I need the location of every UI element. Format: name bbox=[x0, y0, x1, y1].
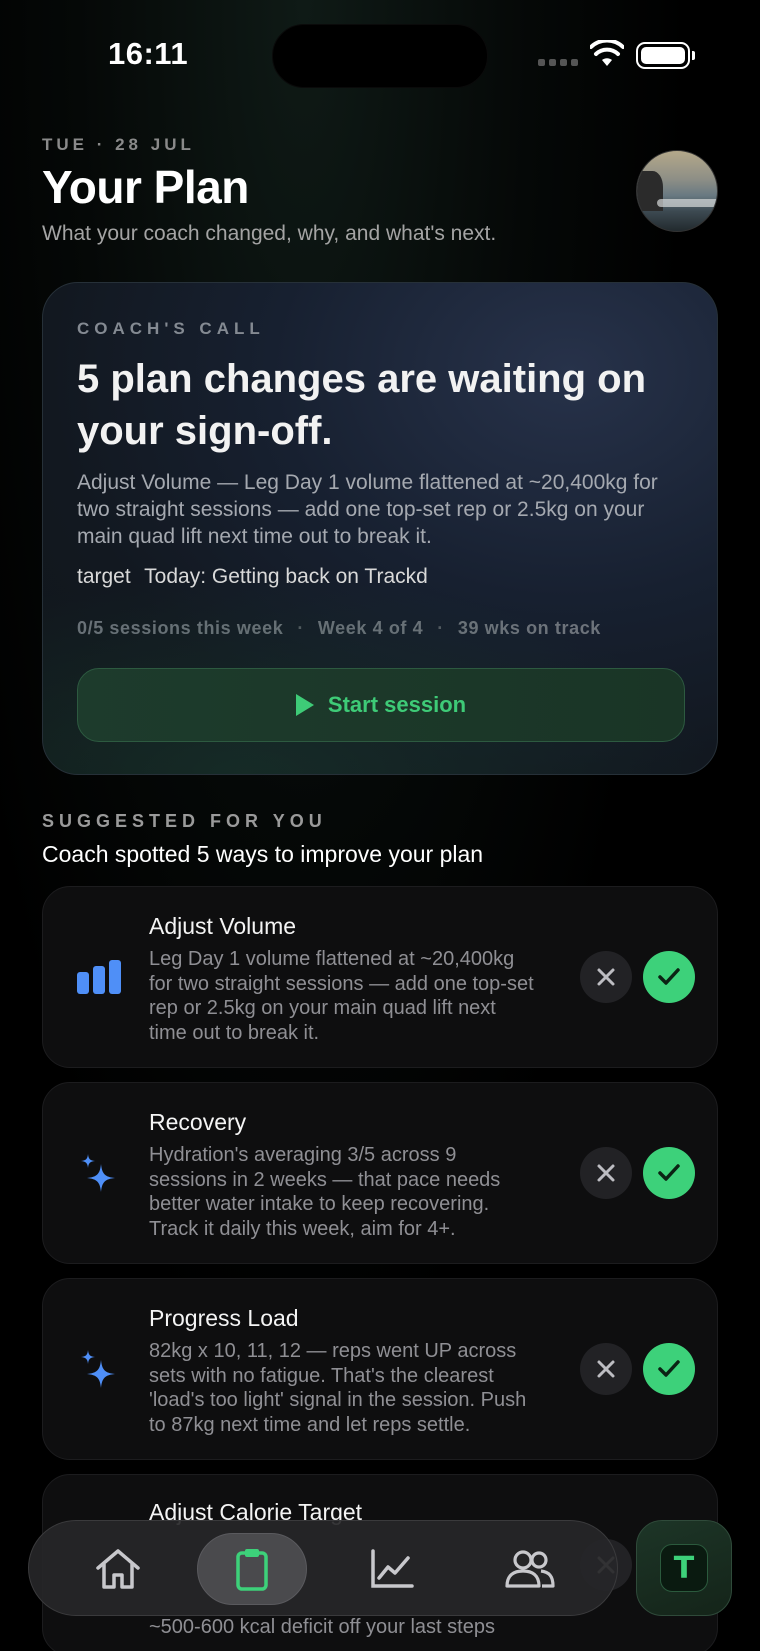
dismiss-button[interactable] bbox=[580, 1147, 632, 1199]
start-session-button[interactable]: Start session bbox=[77, 668, 685, 742]
play-icon bbox=[295, 694, 314, 716]
coach-target-text: Today: Getting back on Trackd bbox=[144, 565, 428, 588]
sparkles-icon bbox=[75, 1151, 123, 1195]
close-icon bbox=[597, 1360, 615, 1378]
meta-separator: · bbox=[437, 618, 444, 638]
sparkles-icon bbox=[75, 1347, 123, 1391]
tab-community[interactable] bbox=[475, 1533, 585, 1605]
checkmark-icon bbox=[658, 1360, 680, 1377]
dismiss-button[interactable] bbox=[580, 1343, 632, 1395]
coach-meta: 0/5 sessions this week · Week 4 of 4 · 3… bbox=[77, 618, 601, 639]
chart-line-icon bbox=[371, 1549, 414, 1588]
coach-headline: 5 plan changes are waiting on your sign-… bbox=[77, 357, 647, 453]
checkmark-icon bbox=[658, 968, 680, 985]
page-title: Your Plan bbox=[42, 161, 249, 213]
tab-home[interactable] bbox=[63, 1533, 173, 1605]
week-progress: Week 4 of 4 bbox=[317, 618, 424, 638]
checkmark-icon bbox=[658, 1164, 680, 1181]
suggestion-body: ~500-600 kcal deficit off your last step… bbox=[149, 1616, 495, 1638]
suggestion-body: 82kg x 10, 11, 12 — reps went UP across … bbox=[149, 1340, 527, 1436]
coach-call-card[interactable]: COACH'S CALL 5 plan changes are waiting … bbox=[42, 282, 718, 775]
dynamic-island bbox=[272, 24, 488, 88]
suggestion-title: Adjust Volume bbox=[149, 913, 297, 939]
trackd-logo-button[interactable]: T bbox=[636, 1520, 732, 1616]
suggestion-card[interactable]: Progress Load 82kg x 10, 11, 12 — reps w… bbox=[42, 1278, 718, 1460]
status-time: 16:11 bbox=[108, 36, 189, 71]
coach-body: Adjust Volume — Leg Day 1 volume flatten… bbox=[77, 471, 658, 548]
tab-plan[interactable] bbox=[197, 1533, 307, 1605]
coach-target: target Today: Getting back on Trackd bbox=[77, 565, 428, 589]
suggested-eyebrow: SUGGESTED FOR YOU bbox=[42, 811, 327, 831]
suggested-title: Coach spotted 5 ways to improve your pla… bbox=[42, 841, 484, 867]
cellular-signal-icon bbox=[538, 59, 578, 66]
close-icon bbox=[597, 1164, 615, 1182]
start-session-label: Start session bbox=[327, 692, 467, 717]
target-icon: target bbox=[77, 565, 131, 588]
suggestion-card[interactable]: Adjust Volume Leg Day 1 volume flattened… bbox=[42, 886, 718, 1068]
suggestion-title: Recovery bbox=[149, 1109, 247, 1135]
battery-icon bbox=[636, 42, 695, 69]
tab-bar bbox=[28, 1520, 618, 1616]
sessions-this-week: 0/5 sessions this week bbox=[77, 618, 284, 638]
suggestion-card[interactable]: Recovery Hydration's averaging 3/5 acros… bbox=[42, 1082, 718, 1264]
wifi-icon bbox=[590, 40, 624, 66]
close-icon bbox=[597, 968, 615, 986]
tab-progress[interactable] bbox=[337, 1533, 447, 1605]
coach-eyebrow: COACH'S CALL bbox=[77, 319, 265, 338]
accept-button[interactable] bbox=[643, 951, 695, 1003]
home-icon bbox=[96, 1549, 140, 1589]
accept-button[interactable] bbox=[643, 1343, 695, 1395]
status-bar: 16:11 bbox=[0, 0, 760, 110]
avatar[interactable] bbox=[636, 150, 718, 232]
clipboard-icon bbox=[236, 1549, 268, 1591]
weeks-on-track: 39 wks on track bbox=[457, 618, 601, 638]
page-subtitle: What your coach changed, why, and what's… bbox=[42, 222, 497, 245]
meta-separator: · bbox=[297, 618, 304, 638]
people-icon bbox=[505, 1550, 555, 1588]
date-label: TUE · 28 JUL bbox=[42, 135, 195, 154]
accept-button[interactable] bbox=[643, 1147, 695, 1199]
bar-chart-icon bbox=[75, 955, 123, 999]
suggestion-body: Hydration's averaging 3/5 across 9 sessi… bbox=[149, 1144, 501, 1240]
suggestion-body: Leg Day 1 volume flattened at ~20,400kg … bbox=[149, 948, 534, 1044]
dismiss-button[interactable] bbox=[580, 951, 632, 1003]
suggestion-title: Progress Load bbox=[149, 1305, 299, 1331]
trackd-logo-icon: T bbox=[660, 1544, 708, 1592]
